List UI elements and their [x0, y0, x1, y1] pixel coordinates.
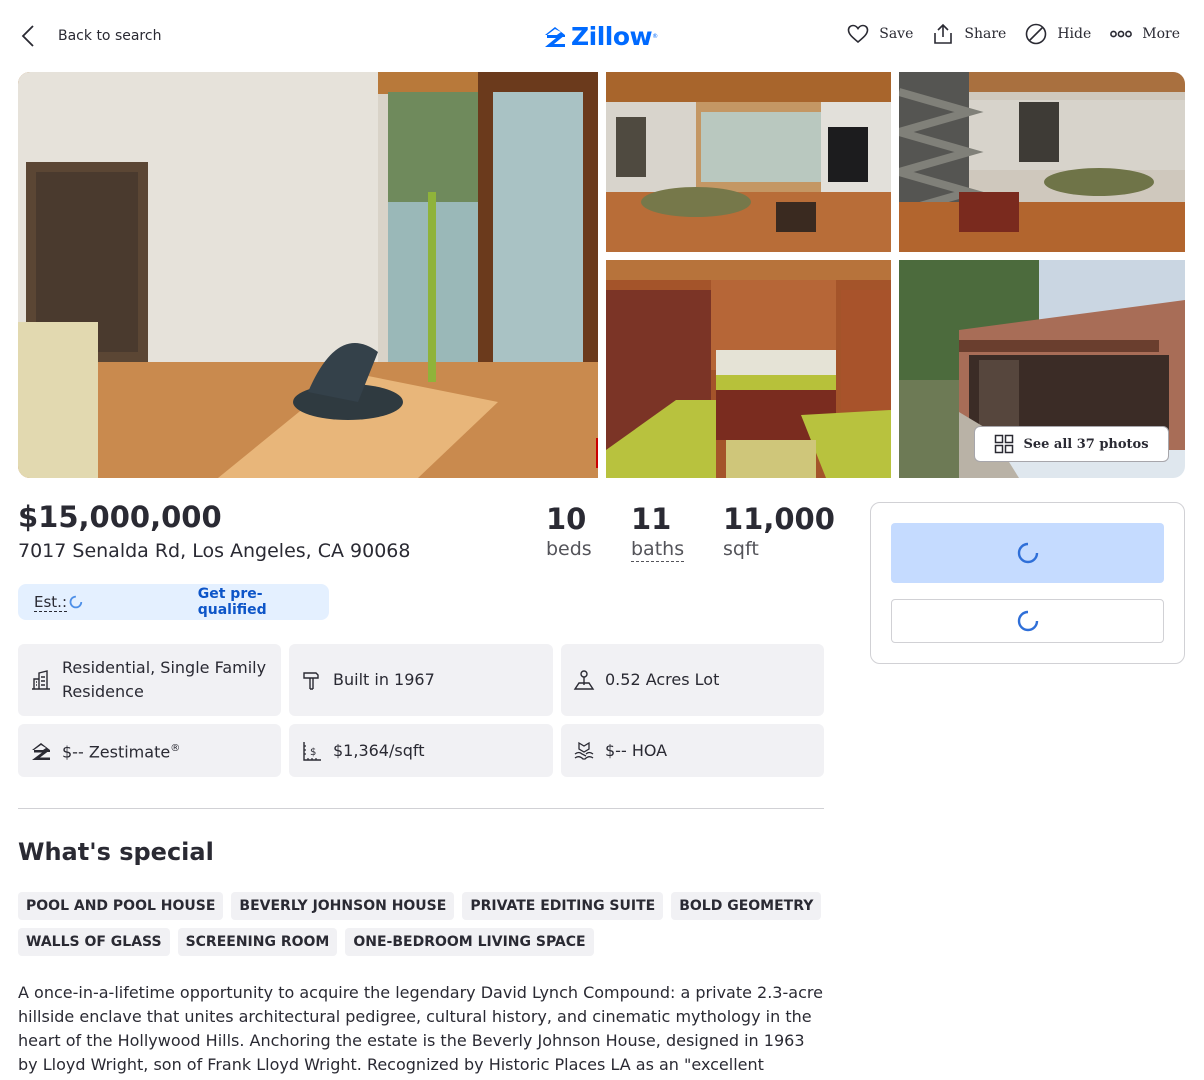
share-label: Share — [964, 26, 1007, 42]
back-to-search-link[interactable]: Back to search — [20, 22, 161, 50]
building-icon — [32, 670, 50, 690]
share-icon — [934, 23, 953, 44]
beds-stat: 10 beds — [546, 502, 592, 560]
fact-home-type-text: Residential, Single Family Residence — [62, 658, 267, 701]
sqft-label: sqft — [723, 538, 759, 560]
sqft-stat: 11,000 sqft — [723, 502, 835, 560]
zillow-home-icon — [32, 742, 50, 760]
baths-value: 11 — [631, 502, 672, 536]
fact-year-built: Built in 1967 — [289, 644, 553, 716]
more-icon — [1110, 30, 1133, 38]
photo-living-room-3[interactable] — [899, 72, 1185, 252]
beds-label: beds — [546, 538, 592, 560]
special-tag: WALLS OF GLASS — [18, 928, 170, 956]
save-label: Save — [879, 26, 914, 42]
price-per-sqft-icon: $ — [303, 741, 321, 761]
beds-value: 10 — [546, 502, 587, 536]
fact-zestimate: $-- Zestimate® — [18, 724, 281, 777]
fact-hoa-text: $-- HOA — [605, 740, 668, 760]
photo-living-room-2[interactable] — [606, 72, 891, 252]
grid-icon — [995, 434, 1014, 454]
zestimate-value: $-- Zestimate — [62, 742, 171, 762]
fact-zestimate-text: $-- Zestimate® — [62, 737, 180, 764]
hammer-icon — [303, 672, 319, 690]
fact-year-built-text: Built in 1967 — [333, 670, 435, 689]
special-tags: POOL AND POOL HOUSE BEVERLY JOHNSON HOUS… — [18, 892, 824, 956]
section-divider — [18, 808, 824, 809]
hoa-icon — [574, 741, 594, 760]
fact-hoa: $-- HOA — [561, 724, 824, 777]
see-all-photos-button[interactable]: See all 37 photos — [974, 426, 1169, 462]
est-label[interactable]: Est.: — [34, 593, 67, 612]
hide-button[interactable]: Hide — [1024, 22, 1091, 46]
get-pre-qualified-link[interactable]: Get pre-qualified — [198, 586, 329, 618]
fact-price-per-sqft: $ $1,364/sqft — [289, 724, 553, 777]
whats-special-heading: What's special — [18, 838, 214, 866]
lot-icon — [573, 670, 595, 690]
back-to-search-label: Back to search — [58, 28, 162, 44]
fact-home-type: Residential, Single Family Residence — [18, 644, 281, 716]
listing-address: 7017 Senalda Rd, Los Angeles, CA 90068 — [18, 540, 411, 562]
hide-icon — [1026, 23, 1047, 45]
baths-label: baths — [631, 538, 685, 562]
top-bar: Back to search Zillow ® Save Share Hide M… — [0, 0, 1204, 72]
special-tag: PRIVATE EDITING SUITE — [462, 892, 664, 920]
fact-lot-size-text: 0.52 Acres Lot — [605, 670, 720, 689]
fact-lot-size: 0.52 Acres Lot — [561, 644, 824, 716]
loading-spinner-icon — [1017, 610, 1038, 632]
see-all-photos-label: See all 37 photos — [1023, 436, 1149, 452]
zillow-logo[interactable]: Zillow ® — [542, 22, 658, 51]
listing-price: $15,000,000 — [18, 500, 222, 534]
listing-actions: Save Share Hide More — [828, 22, 1180, 46]
request-tour-button[interactable] — [891, 523, 1164, 583]
heart-icon — [847, 24, 869, 44]
loading-spinner-icon — [69, 595, 83, 609]
hide-label: Hide — [1057, 26, 1092, 42]
sqft-value: 11,000 — [723, 502, 835, 536]
more-button[interactable]: More — [1109, 22, 1180, 46]
loading-spinner-icon — [1017, 542, 1038, 564]
special-tag: SCREENING ROOM — [177, 928, 338, 956]
zillow-wordmark: Zillow — [571, 22, 653, 51]
registered-mark: ® — [652, 33, 659, 40]
svg-text:$: $ — [310, 747, 316, 758]
photo-kitchen[interactable] — [606, 260, 891, 478]
special-tag: ONE-BEDROOM LIVING SPACE — [345, 928, 594, 956]
save-button[interactable]: Save — [846, 22, 913, 46]
main-photo-living-room[interactable] — [18, 72, 598, 478]
share-button[interactable]: Share — [931, 22, 1006, 46]
more-label: More — [1142, 26, 1180, 42]
estimated-payment-bar: Est.: Get pre-qualified — [18, 584, 329, 620]
special-tag: BEVERLY JOHNSON HOUSE — [231, 892, 455, 920]
zestimate-registered-mark: ® — [170, 742, 181, 754]
baths-stat[interactable]: 11 baths — [631, 502, 685, 562]
zillow-logo-icon — [545, 26, 565, 47]
contact-agent-card — [870, 502, 1185, 664]
special-tag: BOLD GEOMETRY — [671, 892, 822, 920]
special-tag: POOL AND POOL HOUSE — [18, 892, 224, 920]
chevron-left-icon — [21, 25, 34, 47]
contact-agent-button[interactable] — [891, 599, 1164, 643]
fact-price-per-sqft-text: $1,364/sqft — [333, 740, 425, 760]
listing-description: A once-in-a-lifetime opportunity to acqu… — [18, 983, 823, 1080]
